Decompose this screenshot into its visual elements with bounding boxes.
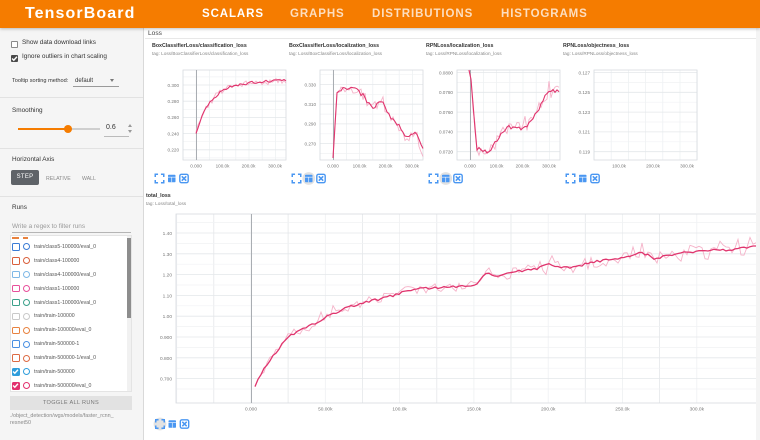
svg-text:1.20: 1.20 bbox=[163, 273, 173, 279]
svg-text:1.00: 1.00 bbox=[163, 314, 173, 320]
svg-text:0.0800: 0.0800 bbox=[439, 70, 453, 75]
svg-text:250.0k: 250.0k bbox=[615, 407, 630, 413]
svg-text:200.0k: 200.0k bbox=[646, 164, 660, 169]
svg-text:tag: Loss/total_loss: tag: Loss/total_loss bbox=[146, 201, 187, 206]
svg-text:0.000: 0.000 bbox=[464, 164, 476, 169]
svg-text:RPNLoss/objectness_loss: RPNLoss/objectness_loss bbox=[563, 43, 629, 49]
svg-text:1.30: 1.30 bbox=[163, 252, 173, 258]
svg-text:100.0k: 100.0k bbox=[612, 164, 626, 169]
svg-text:1.40: 1.40 bbox=[163, 231, 173, 237]
svg-text:0.000: 0.000 bbox=[190, 164, 202, 169]
svg-text:tag: Loss/RPNLoss/localization: tag: Loss/RPNLoss/localization_loss bbox=[426, 51, 502, 56]
svg-text:50.00k: 50.00k bbox=[318, 407, 333, 413]
svg-text:200.0k: 200.0k bbox=[242, 164, 256, 169]
svg-text:0.000: 0.000 bbox=[327, 164, 339, 169]
svg-text:100.0k: 100.0k bbox=[392, 407, 407, 413]
svg-text:0.119: 0.119 bbox=[579, 150, 591, 155]
svg-text:0.121: 0.121 bbox=[579, 130, 591, 135]
svg-text:BoxClassifierLoss/localization: BoxClassifierLoss/localization_loss bbox=[289, 43, 379, 49]
svg-text:0.123: 0.123 bbox=[579, 110, 591, 115]
svg-text:0.290: 0.290 bbox=[305, 122, 317, 127]
svg-text:150.0k: 150.0k bbox=[467, 407, 482, 413]
svg-text:0.000: 0.000 bbox=[245, 407, 257, 413]
svg-text:BoxClassifierLoss/classificati: BoxClassifierLoss/classification_loss bbox=[152, 43, 247, 49]
svg-text:0.220: 0.220 bbox=[168, 148, 180, 153]
svg-text:0.330: 0.330 bbox=[305, 82, 317, 87]
svg-text:300.0k: 300.0k bbox=[680, 164, 694, 169]
svg-text:0.127: 0.127 bbox=[579, 70, 591, 75]
svg-text:100.0k: 100.0k bbox=[216, 164, 230, 169]
svg-text:RPNLoss/localization_loss: RPNLoss/localization_loss bbox=[426, 43, 493, 49]
svg-text:tag: Loss/BoxClassifierLoss/lo: tag: Loss/BoxClassifierLoss/localization… bbox=[289, 51, 383, 56]
svg-text:0.0780: 0.0780 bbox=[439, 90, 453, 95]
svg-text:0.310: 0.310 bbox=[305, 102, 317, 107]
svg-text:100.0k: 100.0k bbox=[353, 164, 367, 169]
svg-text:0.0760: 0.0760 bbox=[439, 110, 453, 115]
svg-text:0.800: 0.800 bbox=[160, 356, 172, 362]
svg-text:300.0k: 300.0k bbox=[542, 164, 556, 169]
svg-text:0.0720: 0.0720 bbox=[439, 150, 453, 155]
svg-text:1.10: 1.10 bbox=[163, 293, 173, 299]
svg-text:0.900: 0.900 bbox=[160, 335, 172, 341]
svg-text:tag: Loss/BoxClassifierLoss/cl: tag: Loss/BoxClassifierLoss/classificati… bbox=[152, 51, 249, 56]
svg-text:total_loss: total_loss bbox=[146, 193, 171, 199]
svg-text:0.270: 0.270 bbox=[305, 141, 317, 146]
svg-text:0.0740: 0.0740 bbox=[439, 130, 453, 135]
svg-text:0.700: 0.700 bbox=[160, 377, 172, 383]
svg-text:300.0k: 300.0k bbox=[268, 164, 282, 169]
svg-text:0.260: 0.260 bbox=[168, 115, 180, 120]
svg-text:0.300: 0.300 bbox=[168, 83, 180, 88]
svg-text:0.240: 0.240 bbox=[168, 131, 180, 136]
svg-text:100.0k: 100.0k bbox=[490, 164, 504, 169]
svg-text:0.125: 0.125 bbox=[579, 90, 591, 95]
svg-text:tag: Loss/RPNLoss/objectness_l: tag: Loss/RPNLoss/objectness_loss bbox=[563, 51, 638, 56]
svg-text:200.0k: 200.0k bbox=[379, 164, 393, 169]
svg-text:0.280: 0.280 bbox=[168, 99, 180, 104]
svg-text:300.0k: 300.0k bbox=[405, 164, 419, 169]
svg-text:300.0k: 300.0k bbox=[690, 407, 705, 413]
svg-text:200.0k: 200.0k bbox=[541, 407, 556, 413]
svg-text:200.0k: 200.0k bbox=[516, 164, 530, 169]
